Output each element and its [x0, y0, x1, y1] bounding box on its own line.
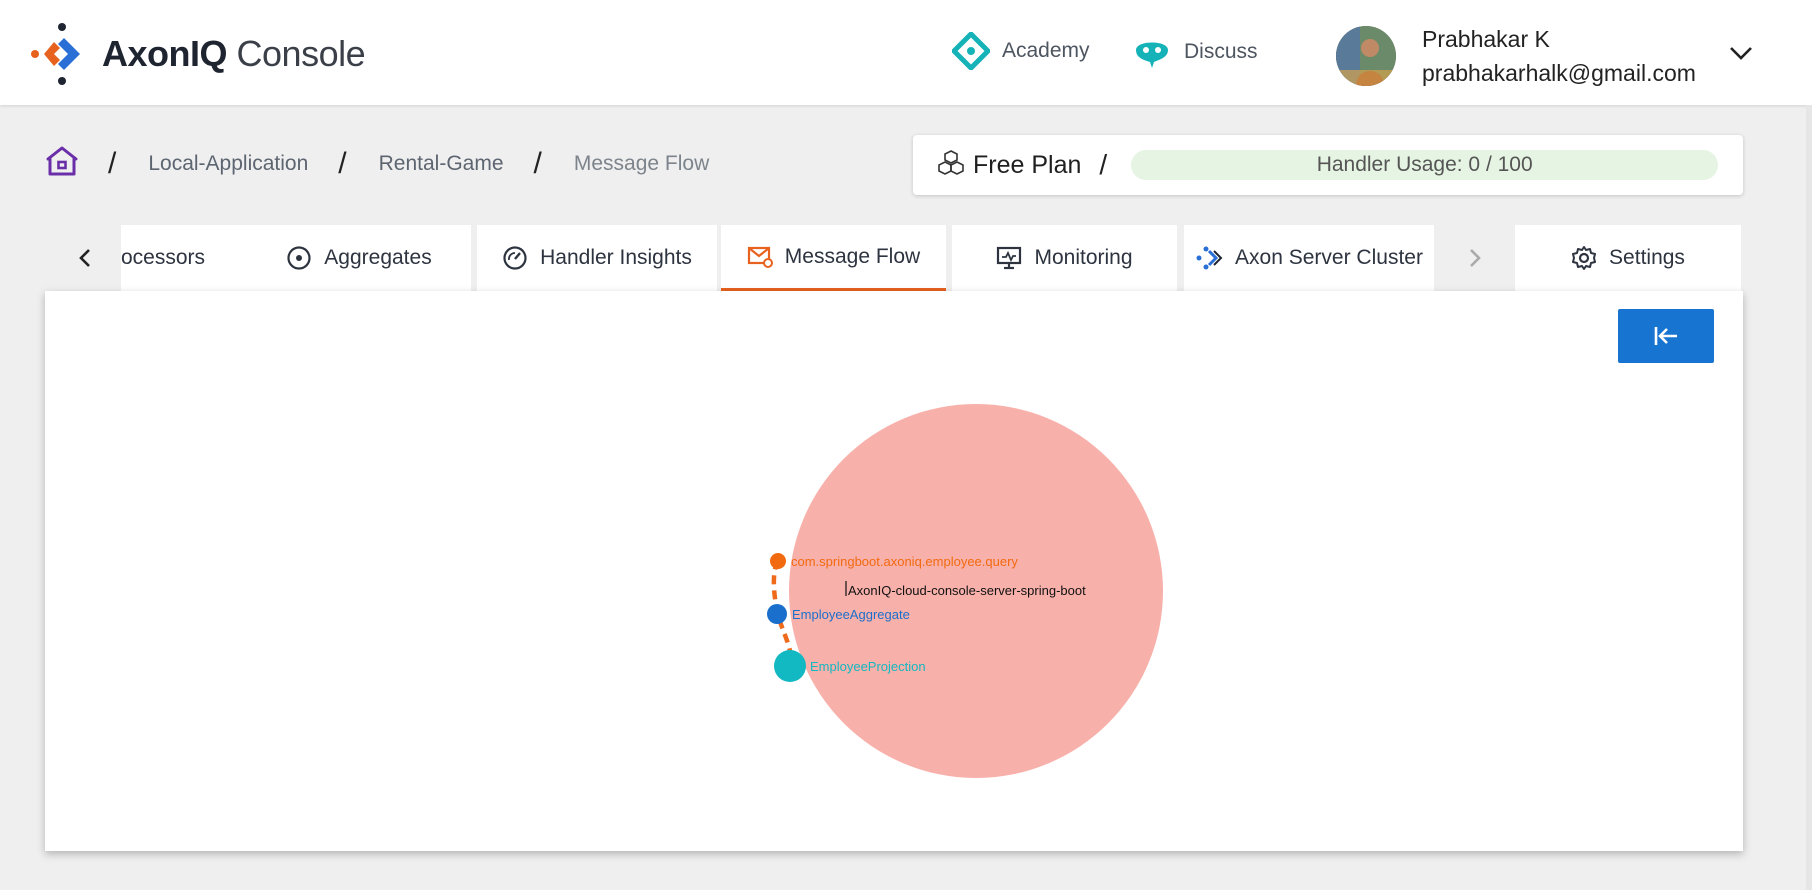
user-email: prabhakarhalk@gmail.com	[1422, 60, 1696, 86]
tabs-scroll-right-icon[interactable]	[1447, 225, 1503, 291]
aggregate-node[interactable]	[767, 604, 787, 624]
logo-text: AxonIQ Console	[102, 33, 366, 74]
avatar[interactable]	[1336, 26, 1396, 86]
academy-icon	[952, 32, 990, 70]
tab-bar: ocessors Aggregates Handler Insights Mes…	[45, 225, 1742, 291]
breadcrumb-item-local-application[interactable]: Local-Application	[148, 152, 308, 176]
breadcrumb-item-message-flow: Message Flow	[573, 152, 710, 175]
tab-label: Handler Insights	[540, 246, 692, 269]
tab-label: Message Flow	[784, 244, 921, 268]
axon-server-icon	[1196, 246, 1223, 270]
tab-label: ocessors	[121, 246, 206, 269]
axoniq-logo-icon	[31, 23, 80, 85]
aggregate-node-label: EmployeeAggregate	[792, 607, 910, 622]
tab-aggregates[interactable]: Aggregates	[247, 225, 471, 291]
discuss-icon	[1136, 42, 1168, 68]
academy-link[interactable]: Academy	[952, 32, 1090, 70]
gauge-icon	[503, 246, 527, 270]
message-flow-panel: AxonIQ-cloud-console-server-spring-boot …	[45, 291, 1743, 851]
application-label: AxonIQ-cloud-console-server-spring-boot	[848, 583, 1086, 598]
tab-label: Monitoring	[1034, 246, 1133, 269]
tab-label: Axon Server Cluster	[1235, 246, 1423, 269]
package-node-label: com.springboot.axoniq.employee.query	[791, 554, 1018, 569]
plan-name: Free Plan	[973, 150, 1082, 179]
tab-handler-insights[interactable]: Handler Insights	[477, 225, 717, 291]
message-flow-icon	[747, 246, 773, 268]
home-icon[interactable]	[46, 145, 78, 183]
plan-separator: /	[1099, 149, 1108, 180]
top-bar: AxonIQ Console Academy Discuss Prabhakar…	[0, 0, 1812, 105]
user-info: Prabhakar K prabhakarhalk@gmail.com	[1422, 22, 1696, 90]
tab-monitoring[interactable]: Monitoring	[952, 225, 1177, 291]
tab-label: Settings	[1609, 246, 1685, 269]
user-dropdown-chevron-icon[interactable]	[1728, 44, 1754, 67]
breadcrumb-separator: /	[533, 147, 542, 180]
discuss-link[interactable]: Discuss	[1132, 32, 1258, 72]
user-name: Prabhakar K	[1422, 26, 1550, 52]
message-flow-graph[interactable]: AxonIQ-cloud-console-server-spring-boot …	[45, 291, 1743, 851]
user-menu[interactable]: Prabhakar K prabhakarhalk@gmail.com	[1336, 22, 1696, 90]
breadcrumb-separator: /	[338, 147, 347, 180]
tab-settings[interactable]: Settings	[1515, 225, 1741, 291]
projection-node-label: EmployeeProjection	[810, 659, 926, 674]
breadcrumb-item-rental-game[interactable]: Rental-Game	[379, 152, 504, 176]
package-node[interactable]	[770, 553, 786, 569]
breadcrumb: / Local-Application / Rental-Game / Mess…	[46, 145, 709, 183]
projection-node[interactable]	[774, 650, 806, 682]
gear-icon	[1572, 246, 1597, 270]
plan-box: Free Plan / Handler Usage: 0 / 100	[913, 135, 1743, 195]
tab-axon-server-cluster[interactable]: Axon Server Cluster	[1184, 225, 1434, 291]
cubes-icon	[937, 149, 965, 182]
tabs-scroll-left-icon[interactable]	[57, 225, 113, 291]
monitor-icon	[997, 246, 1022, 270]
aggregates-icon	[287, 246, 311, 270]
axoniq-logo[interactable]: AxonIQ Console	[30, 22, 366, 86]
discuss-label: Discuss	[1184, 40, 1258, 63]
tab-label: Aggregates	[324, 246, 432, 269]
academy-label: Academy	[1002, 39, 1090, 62]
page-scrollbar[interactable]	[1806, 105, 1812, 890]
handler-usage-bar: Handler Usage: 0 / 100	[1131, 150, 1719, 180]
handler-usage-label: Handler Usage: 0 / 100	[1316, 153, 1533, 176]
tab-message-flow[interactable]: Message Flow	[721, 225, 946, 291]
breadcrumb-separator: /	[108, 147, 117, 180]
